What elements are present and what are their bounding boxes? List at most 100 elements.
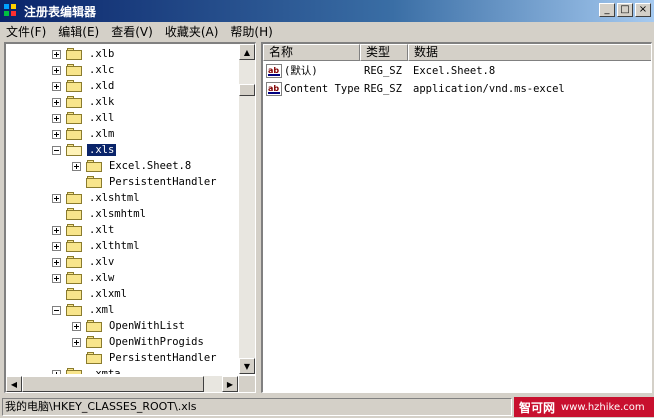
expand-plus-icon[interactable] bbox=[72, 321, 81, 331]
collapse-minus-icon[interactable] bbox=[52, 145, 61, 155]
tree-item[interactable]: .xld bbox=[52, 78, 116, 94]
tree-item[interactable]: .xlt bbox=[52, 222, 116, 238]
maximize-icon: □ bbox=[620, 4, 630, 15]
tree-horizontal-scrollbar[interactable]: ◀ ▶ bbox=[6, 376, 238, 392]
value-type: REG_SZ bbox=[364, 64, 402, 77]
collapse-minus-icon[interactable] bbox=[52, 305, 61, 315]
tree-vertical-scrollbar[interactable]: ▲ ▼ bbox=[239, 44, 255, 374]
expand-plus-icon[interactable] bbox=[72, 161, 81, 171]
tree-item[interactable]: .xlw bbox=[52, 270, 116, 286]
tree-item-label[interactable]: .xlw bbox=[87, 272, 116, 284]
folder-icon bbox=[66, 111, 83, 125]
expand-plus-icon[interactable] bbox=[52, 257, 61, 267]
tree-item[interactable]: .xll bbox=[52, 110, 116, 126]
tree-item[interactable]: .xlsmhtml bbox=[52, 206, 148, 222]
tree-item-label[interactable]: .xll bbox=[87, 112, 116, 124]
value-data: application/vnd.ms-excel bbox=[413, 82, 565, 95]
tree-item[interactable]: .xml bbox=[52, 302, 116, 318]
value-name: (默认) bbox=[284, 65, 318, 77]
expand-plus-icon[interactable] bbox=[52, 225, 61, 235]
tree-item[interactable]: .xlthtml bbox=[52, 238, 142, 254]
tree-item-label[interactable]: PersistentHandler bbox=[107, 176, 218, 188]
folder-icon bbox=[66, 303, 83, 317]
tree-item-label[interactable]: .xlc bbox=[87, 64, 116, 76]
tree-item[interactable]: .xlshtml bbox=[52, 190, 142, 206]
expand-plus-icon[interactable] bbox=[52, 113, 61, 123]
expand-plus-icon[interactable] bbox=[52, 65, 61, 75]
tree-item[interactable]: OpenWithList bbox=[72, 318, 187, 334]
title-bar[interactable]: 注册表编辑器 _ □ × bbox=[0, 0, 654, 22]
tree-item[interactable]: PersistentHandler bbox=[72, 174, 218, 190]
expand-plus-icon[interactable] bbox=[52, 97, 61, 107]
watermark-name: 智可网 bbox=[519, 400, 556, 415]
expand-plus-icon[interactable] bbox=[52, 369, 61, 374]
menu-favorites[interactable]: 收藏夹(A) bbox=[159, 23, 225, 41]
tree-item-label[interactable]: .xlsmhtml bbox=[87, 208, 148, 220]
arrow-down-icon: ▼ bbox=[243, 361, 251, 371]
expand-plus-icon[interactable] bbox=[52, 273, 61, 283]
tree-item-label[interactable]: .xlm bbox=[87, 128, 116, 140]
value-row[interactable]: ab (默认) REG_SZ Excel.Sheet.8 bbox=[263, 62, 651, 79]
maximize-button[interactable]: □ bbox=[617, 3, 633, 17]
column-header-name[interactable]: 名称 bbox=[263, 44, 360, 61]
tree-item-label[interactable]: .xld bbox=[87, 80, 116, 92]
tree-item-label[interactable]: .xlv bbox=[87, 256, 116, 268]
scroll-right-button[interactable]: ▶ bbox=[222, 376, 238, 392]
tree-item-label[interactable]: OpenWithProgids bbox=[107, 336, 206, 348]
arrow-right-icon: ▶ bbox=[226, 379, 234, 389]
expand-plus-icon[interactable] bbox=[52, 49, 61, 59]
tree-item-label[interactable]: PersistentHandler bbox=[107, 352, 218, 364]
expand-plus-icon[interactable] bbox=[52, 81, 61, 91]
tree-item[interactable]: .xmta bbox=[52, 366, 123, 374]
tree-item[interactable]: Excel.Sheet.8 bbox=[72, 158, 193, 174]
tree-item[interactable]: .xlb bbox=[52, 46, 116, 62]
string-value-icon: ab bbox=[266, 63, 282, 78]
minimize-button[interactable]: _ bbox=[599, 3, 615, 17]
arrow-left-icon: ◀ bbox=[10, 379, 18, 389]
expand-plus-icon[interactable] bbox=[52, 241, 61, 251]
expand-plus-icon[interactable] bbox=[72, 337, 81, 347]
folder-icon bbox=[66, 63, 83, 77]
tree-item[interactable]: .xlc bbox=[52, 62, 116, 78]
menu-edit[interactable]: 编辑(E) bbox=[52, 23, 105, 41]
menu-help[interactable]: 帮助(H) bbox=[224, 23, 278, 41]
folder-icon bbox=[66, 191, 83, 205]
scroll-up-button[interactable]: ▲ bbox=[239, 44, 255, 60]
tree-item-label[interactable]: .xlt bbox=[87, 224, 116, 236]
tree-item[interactable]: .xlxml bbox=[52, 286, 129, 302]
tree-item-label[interactable]: .xlshtml bbox=[87, 192, 142, 204]
tree-item-label[interactable]: OpenWithList bbox=[107, 320, 187, 332]
folder-icon bbox=[66, 255, 83, 269]
vertical-scroll-thumb[interactable] bbox=[239, 84, 255, 96]
watermark-url: www.hzhike.com bbox=[561, 401, 645, 413]
tree-item-label[interactable]: .xlxml bbox=[87, 288, 129, 300]
tree-item-label[interactable]: .xlk bbox=[87, 96, 116, 108]
expand-plus-icon[interactable] bbox=[52, 129, 61, 139]
folder-icon bbox=[66, 271, 83, 285]
value-row[interactable]: ab Content Type REG_SZ application/vnd.ms-e… bbox=[263, 80, 651, 97]
tree-item[interactable]: .xlv bbox=[52, 254, 116, 270]
tree-item-label[interactable]: .xml bbox=[87, 304, 116, 316]
scroll-left-button[interactable]: ◀ bbox=[6, 376, 22, 392]
tree-item[interactable]: .xlm bbox=[52, 126, 116, 142]
column-header-data[interactable]: 数据 bbox=[408, 44, 651, 61]
values-list-pane: 名称 类型 数据 ab (默认) REG_SZ Excel.Sheet.8 ab Cont… bbox=[261, 42, 652, 393]
tree-item-label[interactable]: Excel.Sheet.8 bbox=[107, 160, 193, 172]
folder-icon bbox=[86, 351, 103, 365]
close-button[interactable]: × bbox=[635, 3, 651, 17]
tree-item-label[interactable]: .xlb bbox=[87, 48, 116, 60]
values-list-header: 名称 类型 数据 bbox=[263, 44, 651, 61]
horizontal-scroll-thumb[interactable] bbox=[22, 376, 204, 392]
tree-item-label[interactable]: .xlthtml bbox=[87, 240, 142, 252]
scroll-down-button[interactable]: ▼ bbox=[239, 358, 255, 374]
tree-item[interactable]: .xls bbox=[52, 142, 118, 158]
tree-item[interactable]: OpenWithProgids bbox=[72, 334, 206, 350]
tree-item-label[interactable]: .xmta bbox=[87, 368, 123, 374]
tree-item-label[interactable]: .xls bbox=[85, 143, 118, 157]
expand-plus-icon[interactable] bbox=[52, 193, 61, 203]
tree-item[interactable]: .xlk bbox=[52, 94, 116, 110]
menu-file[interactable]: 文件(F) bbox=[0, 23, 52, 41]
tree-item[interactable]: PersistentHandler bbox=[72, 350, 218, 366]
menu-view[interactable]: 查看(V) bbox=[105, 23, 159, 41]
column-header-type[interactable]: 类型 bbox=[360, 44, 408, 61]
